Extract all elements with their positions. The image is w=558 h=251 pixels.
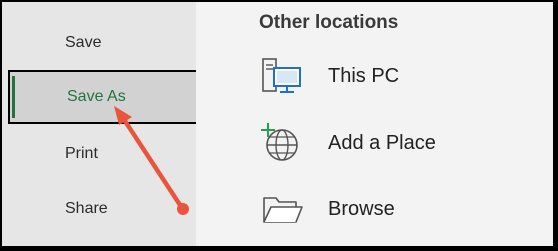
save-as-panel: Other locations This PC Add a Place Brow… (196, 2, 553, 246)
sidebar-item-label: Share (65, 200, 108, 217)
sidebar-item-label: Save (65, 34, 102, 51)
location-add-a-place[interactable]: Add a Place (260, 119, 540, 167)
sidebar-item-save[interactable]: Save (2, 17, 196, 69)
sidebar-item-label: Print (65, 145, 98, 162)
this-pc-icon (260, 54, 304, 98)
location-this-pc[interactable]: This PC (260, 52, 540, 100)
folder-icon (260, 187, 304, 231)
location-label: Add a Place (328, 131, 436, 154)
sidebar-item-print[interactable]: Print (2, 128, 196, 180)
location-label: This PC (328, 64, 400, 87)
sidebar-item-save-as[interactable]: Save As (8, 70, 198, 124)
selection-indicator (12, 76, 15, 118)
sidebar-item-share[interactable]: Share (2, 183, 196, 235)
section-title: Other locations (259, 12, 399, 33)
backstage-sidebar: Save Save As Print Share (2, 2, 198, 246)
location-browse[interactable]: Browse (260, 185, 540, 233)
location-label: Browse (328, 197, 395, 220)
sidebar-item-label: Save As (67, 88, 126, 105)
add-place-icon (260, 121, 304, 165)
backstage-frame: Save Save As Print Share Other locations (2, 2, 553, 246)
